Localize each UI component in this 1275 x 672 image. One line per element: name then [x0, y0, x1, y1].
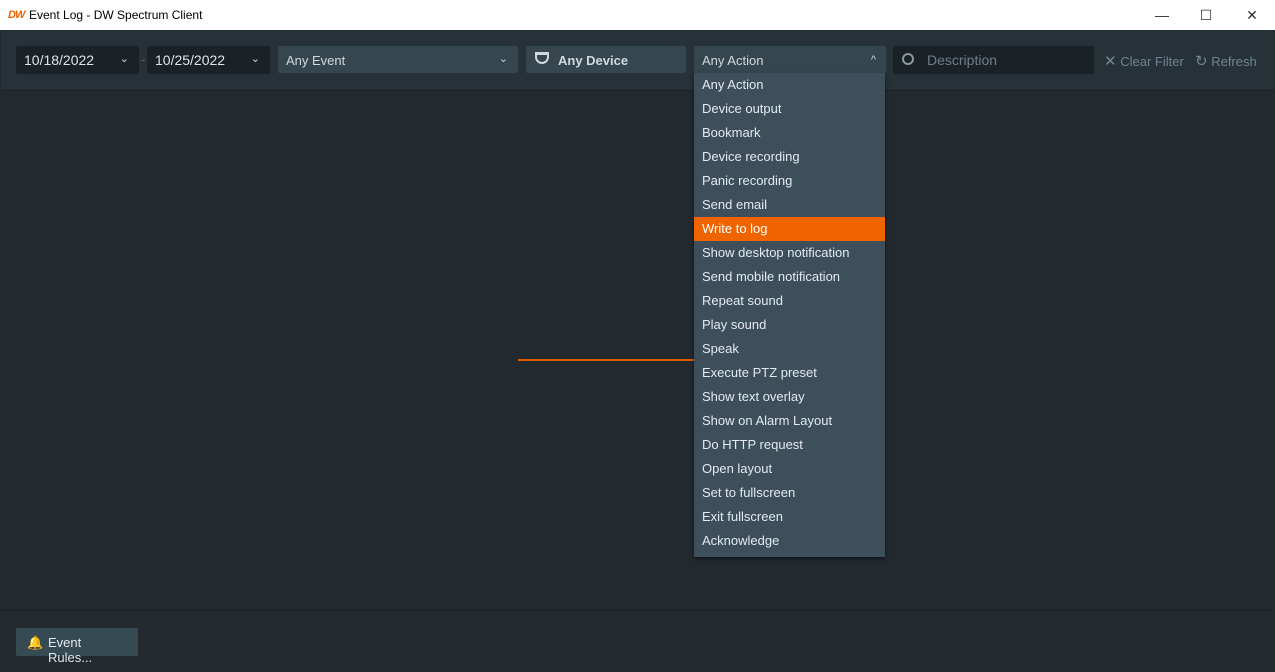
close-button[interactable]: ✕ [1229, 0, 1275, 30]
event-rules-button[interactable]: 🔔 Event Rules... [16, 628, 138, 665]
action-value: Any Action [702, 53, 764, 68]
menu-item[interactable]: Bookmark [694, 121, 885, 145]
menu-item[interactable]: Exit fullscreen [694, 505, 885, 529]
event-rules-label: Event Rules... [48, 635, 93, 665]
menu-item[interactable]: Write to log [694, 217, 885, 241]
date-from-value: 10/18/2022 [24, 52, 95, 68]
refresh-label: Refresh [1211, 54, 1257, 69]
date-to-value: 10/25/2022 [155, 52, 226, 68]
maximize-button[interactable]: ☐ [1183, 0, 1229, 30]
menu-item[interactable]: Show on Alarm Layout [694, 409, 885, 433]
menu-item[interactable]: Send mobile notification [694, 265, 885, 289]
refresh-icon: ↻ [1195, 53, 1208, 70]
chevron-down-icon: ⌄ [119, 53, 129, 65]
close-icon: ✕ [1104, 53, 1117, 70]
footer: 🔔 Event Rules... [1, 610, 1274, 672]
app-logo: DW [8, 9, 25, 21]
menu-item[interactable]: Set to fullscreen [694, 481, 885, 505]
menu-item[interactable]: Speak [694, 337, 885, 361]
menu-item[interactable]: Show desktop notification [694, 241, 885, 265]
menu-item[interactable]: Acknowledge [694, 529, 885, 553]
window-title: Event Log - DW Spectrum Client [29, 8, 203, 22]
date-separator: - [141, 52, 146, 67]
menu-item[interactable]: Open layout [694, 457, 885, 481]
event-type-value: Any Event [286, 53, 346, 68]
chevron-down-icon: ⌄ [250, 53, 260, 65]
menu-item[interactable]: Repeat sound [694, 289, 885, 313]
device-select[interactable]: Any Device [526, 46, 686, 73]
action-select[interactable]: Any Action ^ [694, 46, 886, 73]
menu-item[interactable]: Panic recording [694, 169, 885, 193]
loading-indicator [518, 359, 695, 361]
menu-item[interactable]: Device recording [694, 145, 885, 169]
date-to-picker[interactable]: 10/25/2022 ⌄ [147, 46, 270, 74]
menu-item[interactable]: Play sound [694, 313, 885, 337]
search-icon [902, 53, 914, 65]
menu-item[interactable]: Show text overlay [694, 385, 885, 409]
menu-item[interactable]: Device output [694, 97, 885, 121]
menu-item[interactable]: Any Action [694, 73, 885, 97]
action-dropdown-menu: Any Action Device output Bookmark Device re… [694, 73, 885, 557]
event-log-area [1, 91, 1274, 610]
event-type-select[interactable]: Any Event ⌄ [278, 46, 518, 73]
device-value: Any Device [558, 53, 629, 68]
date-from-picker[interactable]: 10/18/2022 ⌄ [16, 46, 139, 74]
menu-item[interactable]: Send email [694, 193, 885, 217]
clear-filter-label: Clear Filter [1120, 54, 1184, 69]
title-bar: DW Event Log - DW Spectrum Client — ☐ ✕ [0, 0, 1275, 30]
clear-filter-button[interactable]: ✕ Clear Filter [1104, 52, 1184, 70]
description-placeholder: Description [927, 52, 998, 68]
description-search[interactable]: Description [893, 46, 1094, 74]
chevron-down-icon: ⌄ [498, 53, 508, 65]
refresh-button[interactable]: ↻ Refresh [1195, 52, 1257, 70]
camera-icon [535, 52, 549, 64]
bell-icon: 🔔 [27, 635, 44, 650]
chevron-up-icon: ^ [870, 54, 876, 66]
menu-item[interactable]: Execute PTZ preset [694, 361, 885, 385]
menu-item[interactable]: Do HTTP request [694, 433, 885, 457]
filter-toolbar: 10/18/2022 ⌄ - 10/25/2022 ⌄ Any Event ⌄ … [1, 30, 1274, 91]
minimize-button[interactable]: — [1139, 0, 1185, 30]
